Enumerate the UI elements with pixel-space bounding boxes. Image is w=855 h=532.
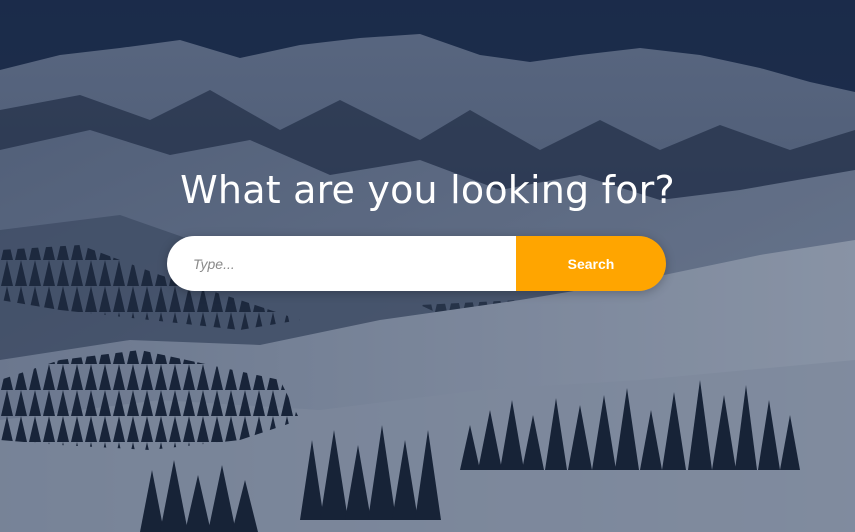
search-input[interactable] xyxy=(167,236,516,291)
search-button[interactable]: Search xyxy=(516,236,666,291)
page-title: What are you looking for? xyxy=(180,168,675,212)
search-form: Search xyxy=(167,236,666,291)
hero-section: What are you looking for? Search xyxy=(0,0,855,532)
